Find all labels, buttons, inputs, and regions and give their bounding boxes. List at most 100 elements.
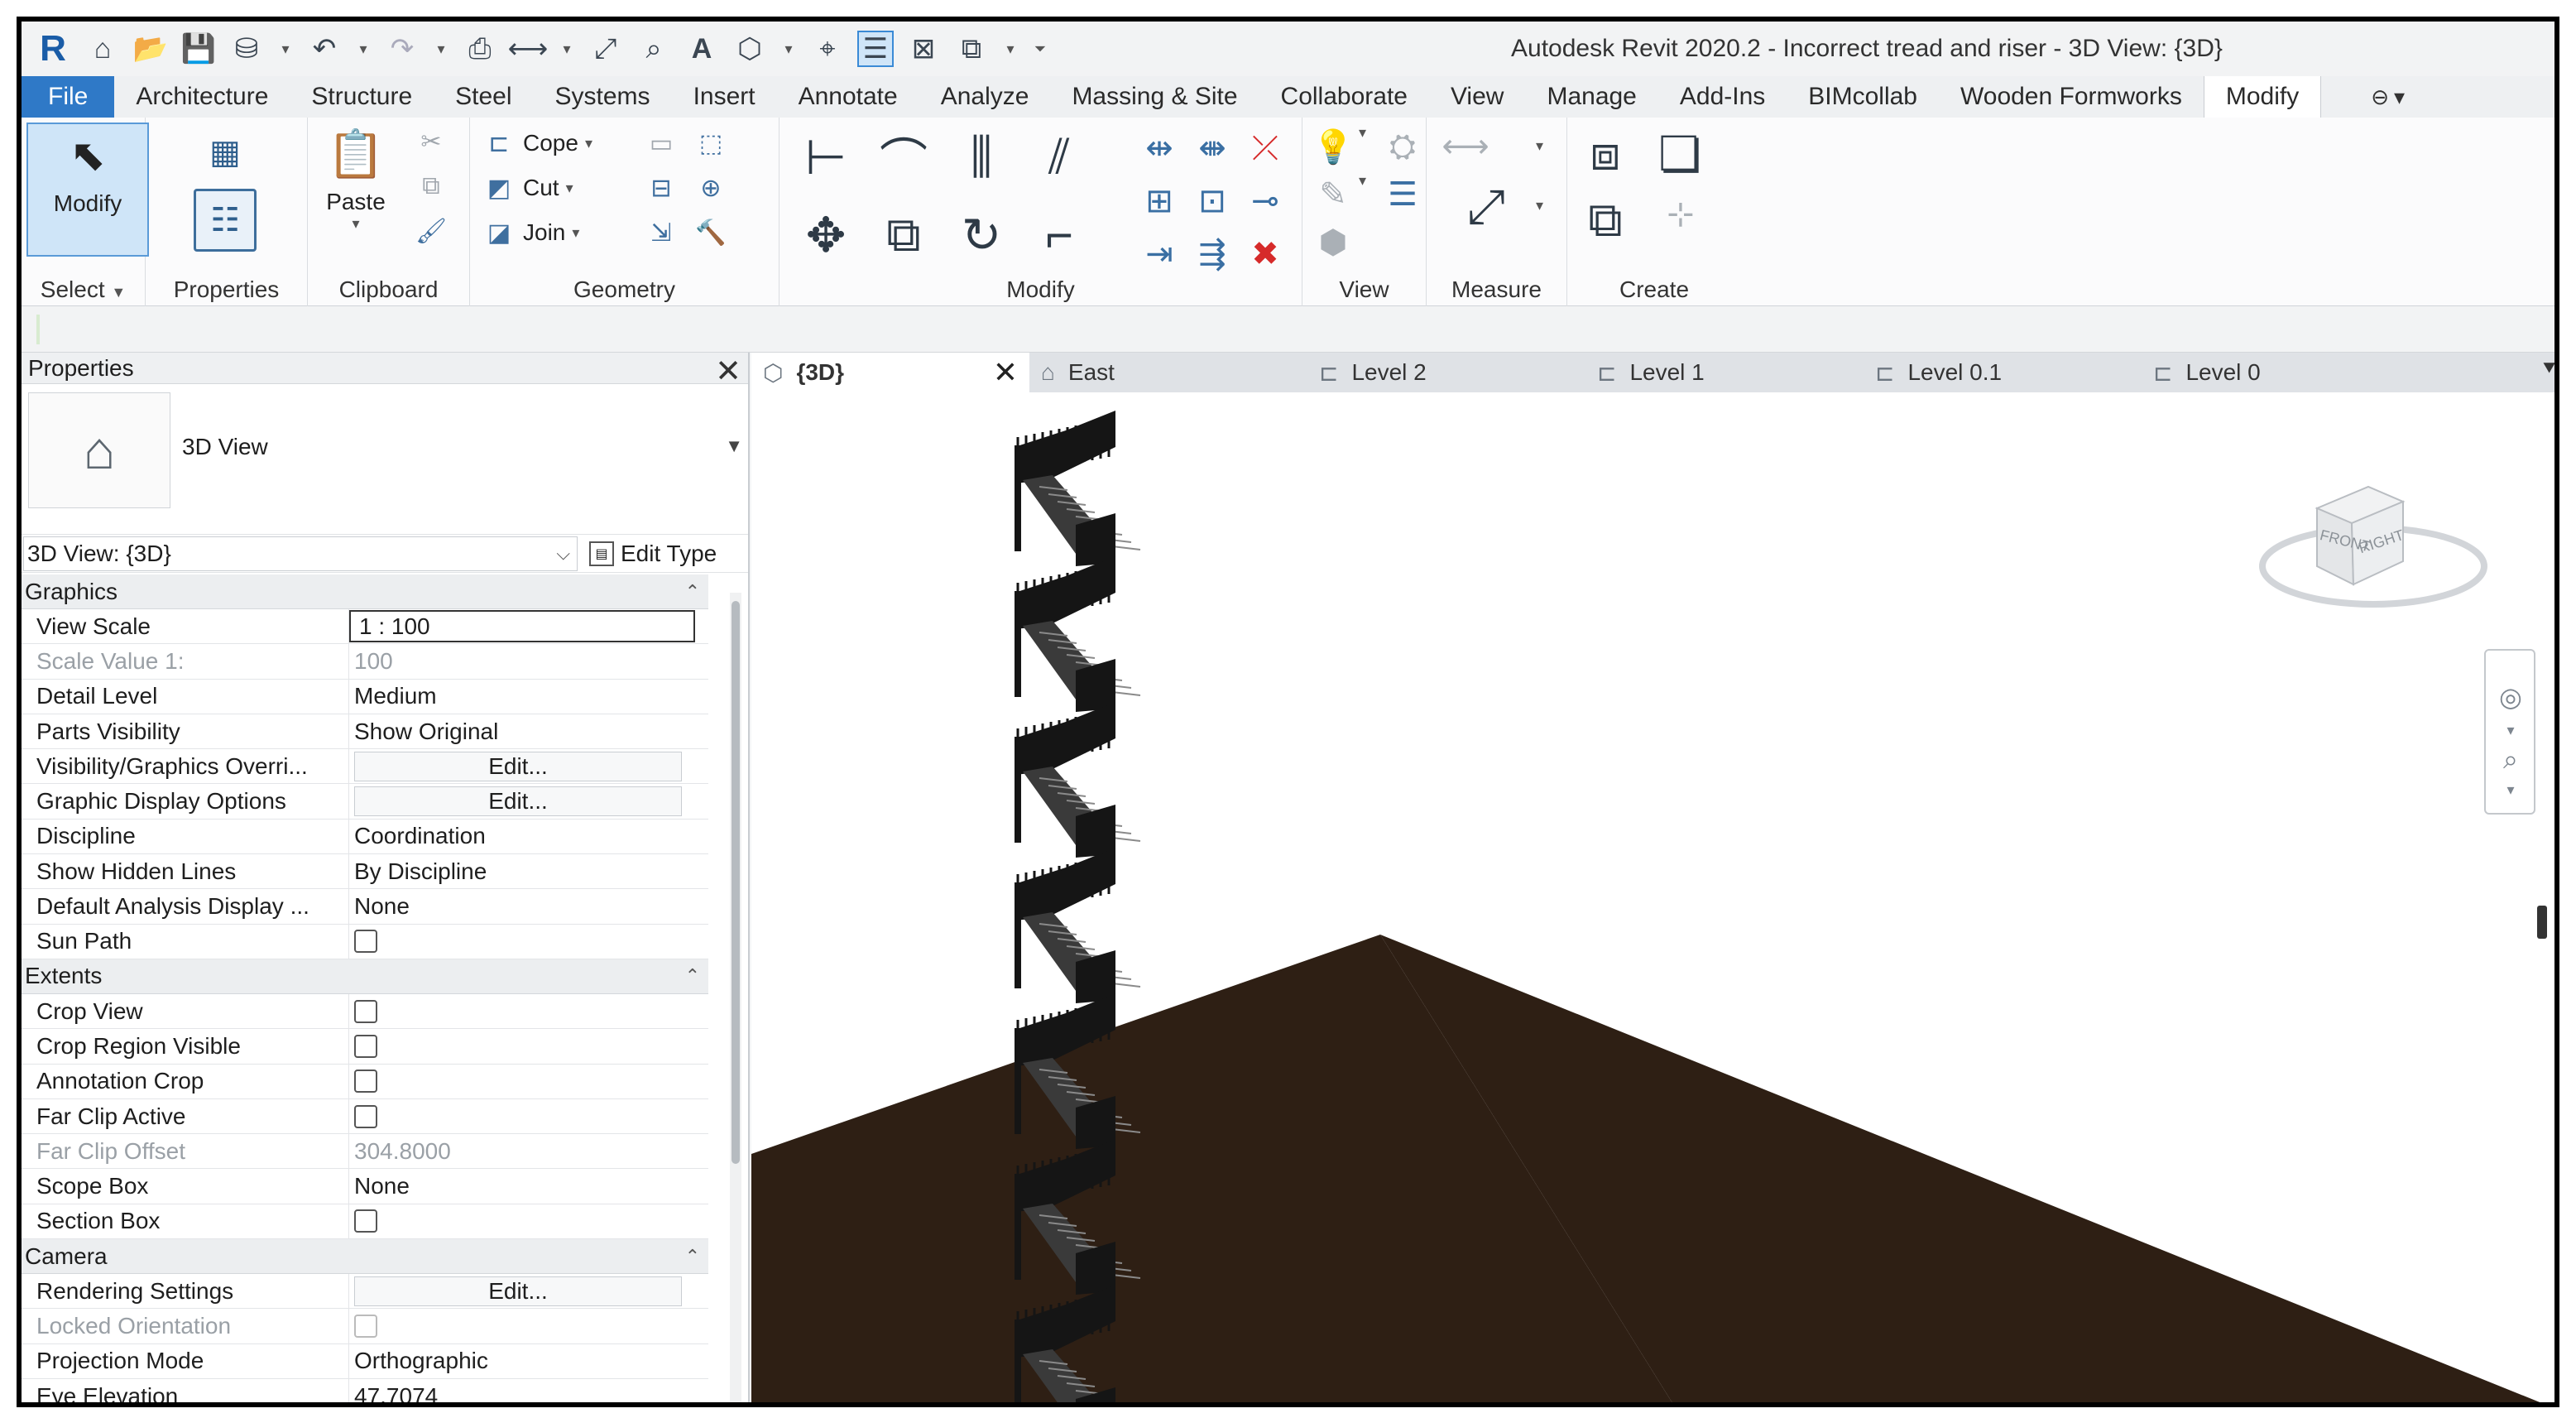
viewcube-graphic[interactable]: FRONT RIGHT xyxy=(2257,475,2497,624)
switch-windows-icon[interactable]: ⧉ xyxy=(953,31,990,67)
property-checkbox[interactable] xyxy=(354,1070,377,1094)
type-selector[interactable]: ⌂ 3D View ▼ xyxy=(22,384,748,535)
copy-clipboard-icon[interactable]: ⧉ xyxy=(414,169,449,204)
view-tab-east[interactable]: ⌂ East xyxy=(1029,353,1307,392)
tab-view[interactable]: View xyxy=(1429,76,1525,118)
tab-architecture[interactable]: Architecture xyxy=(114,76,290,118)
demolish-icon[interactable]: ⊕ xyxy=(693,171,728,205)
zoom-region-icon[interactable]: ⌕ xyxy=(2494,743,2527,776)
measure-between-icon[interactable]: ⟷ xyxy=(1442,124,1489,169)
tab-steel[interactable]: Steel xyxy=(434,76,533,118)
text-icon[interactable]: A xyxy=(684,31,720,67)
modify-button[interactable]: ⬉ Modify xyxy=(26,123,149,257)
edit-button[interactable]: Edit... xyxy=(354,786,682,817)
aligned-dimension-icon[interactable]: ⤢ xyxy=(1451,172,1521,242)
customize-qat-icon[interactable]: ⏷ xyxy=(1031,31,1049,67)
align-icon[interactable]: ⊢ xyxy=(791,123,861,192)
save-icon[interactable]: 💾 xyxy=(180,31,217,67)
panel-select-title[interactable]: Select ▼ xyxy=(22,276,145,303)
tab-file[interactable]: File xyxy=(22,76,115,118)
property-checkbox[interactable] xyxy=(354,999,377,1023)
selection-box-icon[interactable]: ⬢ xyxy=(1311,220,1355,265)
view-tab-level-0-1[interactable]: ⊏ Level 0.1 xyxy=(1864,353,2142,392)
create-group-icon[interactable]: ❏ xyxy=(1647,121,1713,187)
wall-joins-icon[interactable]: ▭ xyxy=(644,126,679,161)
viewcube[interactable]: FRONT RIGHT xyxy=(2257,475,2497,628)
rotate-icon[interactable]: ↻ xyxy=(947,200,1016,270)
scrollbar-thumb[interactable] xyxy=(732,601,740,1164)
cut-clipboard-icon[interactable]: ✂ xyxy=(414,124,449,159)
trim-multiple-icon[interactable]: ⇥ xyxy=(1137,232,1182,276)
property-value[interactable]: Coordination xyxy=(349,820,708,853)
paste-button[interactable]: 📋 Paste ▾ xyxy=(324,123,387,233)
split-element-icon[interactable]: ⇹ xyxy=(1137,126,1182,171)
property-value[interactable]: By Discipline xyxy=(349,854,708,888)
collapse-icon[interactable]: ⌃ xyxy=(685,1246,700,1267)
close-icon[interactable]: ✕ xyxy=(993,355,1018,390)
property-value[interactable]: 47.7074 xyxy=(349,1379,708,1402)
hide-in-view-icon[interactable]: 💡 xyxy=(1311,124,1355,169)
mirror-draw-axis-icon[interactable]: ⫽ xyxy=(1024,123,1094,192)
linework-icon[interactable]: ✎ xyxy=(1311,172,1355,217)
array-icon[interactable]: ⊞ xyxy=(1137,179,1182,224)
steering-wheel-icon[interactable]: ◎ xyxy=(2494,680,2527,714)
unpin-icon[interactable]: ⤫ xyxy=(1243,126,1288,171)
split-face-icon[interactable]: ⬚ xyxy=(693,126,728,161)
create-parts-icon[interactable]: ⧉ xyxy=(1572,187,1638,253)
measure-dropdown-icon[interactable]: ▾ xyxy=(558,31,576,67)
mirror-pick-axis-icon[interactable]: ⫼ xyxy=(947,123,1016,192)
tab-structure[interactable]: Structure xyxy=(290,76,434,118)
property-checkbox[interactable] xyxy=(354,1034,377,1058)
create-similar-icon[interactable]: ⊹ xyxy=(1658,192,1703,237)
property-value[interactable]: Show Original xyxy=(349,714,708,748)
dimension-icon[interactable]: ⤢ xyxy=(588,31,624,67)
switch-windows-dropdown-icon[interactable]: ▾ xyxy=(1001,31,1019,67)
tab-massing-site[interactable]: Massing & Site xyxy=(1050,76,1259,118)
tab-annotate[interactable]: Annotate xyxy=(777,76,919,118)
tab-bimcollab[interactable]: BIMcollab xyxy=(1787,76,1939,118)
beam-column-joins-icon[interactable]: ⊟ xyxy=(644,171,679,205)
tab-modify[interactable]: Modify xyxy=(2203,76,2322,118)
view-tab-level-2[interactable]: ⊏ Level 2 xyxy=(1307,353,1585,392)
property-group-header[interactable]: Extents ⌃ xyxy=(22,959,708,994)
split-with-gap-icon[interactable]: ⇼ xyxy=(1190,126,1235,171)
offset-icon[interactable]: ⌒ xyxy=(869,123,938,192)
paint-icon[interactable]: ⇲ xyxy=(644,215,679,250)
undo-dropdown-icon[interactable]: ▾ xyxy=(354,31,372,67)
properties-button[interactable]: ☷ xyxy=(194,189,257,252)
section-icon[interactable]: ⌖ xyxy=(809,31,846,67)
collapse-icon[interactable]: ⌃ xyxy=(685,581,700,603)
cut-geometry-button[interactable]: ◩ Cut ▾ xyxy=(482,171,573,205)
move-icon[interactable]: ✥ xyxy=(791,200,861,270)
tab-analyze[interactable]: Analyze xyxy=(919,76,1051,118)
edit-type-button[interactable]: ▤ Edit Type xyxy=(589,541,717,567)
close-hidden-icon[interactable]: ⊠ xyxy=(905,31,942,67)
3d-view-dropdown-icon[interactable]: ▾ xyxy=(780,31,798,67)
cope-button[interactable]: ⊏ Cope ▾ xyxy=(482,126,592,161)
match-properties-icon[interactable]: 🖌 xyxy=(414,214,449,248)
delete-icon[interactable]: ✖ xyxy=(1243,232,1288,276)
line-weights-icon[interactable]: ☰ xyxy=(1380,172,1425,217)
property-checkbox[interactable] xyxy=(354,930,377,954)
override-graphics-icon[interactable]: ⛭ xyxy=(1380,124,1425,169)
property-group-header[interactable]: Graphics ⌃ xyxy=(22,574,708,609)
undo-icon[interactable]: ↶ xyxy=(306,31,343,67)
scale-icon[interactable]: ⊡ xyxy=(1190,179,1235,224)
print-icon[interactable]: ⎙ xyxy=(462,31,498,67)
chevron-down-icon[interactable]: ▾ xyxy=(2494,773,2527,806)
tab-systems[interactable]: Systems xyxy=(534,76,672,118)
property-group-header[interactable]: Camera ⌃ xyxy=(22,1239,708,1275)
property-checkbox[interactable] xyxy=(354,1209,377,1233)
edit-button[interactable]: Edit... xyxy=(354,751,682,781)
view-tab-level-0[interactable]: ⊏ Level 0 xyxy=(2142,353,2420,392)
join-button[interactable]: ◪ Join ▾ xyxy=(482,215,580,250)
tab-wooden-formworks[interactable]: Wooden Formworks xyxy=(1939,76,2204,118)
3d-viewport[interactable]: FRONT RIGHT ◎ ▾ ⌕ ▾ xyxy=(751,392,2554,1402)
sync-dropdown-icon[interactable]: ▾ xyxy=(276,31,295,67)
viewport-scroll-marker[interactable] xyxy=(2537,906,2547,939)
home-icon[interactable]: ⌂ xyxy=(84,31,121,67)
revit-logo-icon[interactable]: R xyxy=(33,28,73,69)
collapse-icon[interactable]: ⌃ xyxy=(685,965,700,987)
tab-manage[interactable]: Manage xyxy=(1525,76,1657,118)
view-tab-level-1[interactable]: ⊏ Level 1 xyxy=(1585,353,1864,392)
